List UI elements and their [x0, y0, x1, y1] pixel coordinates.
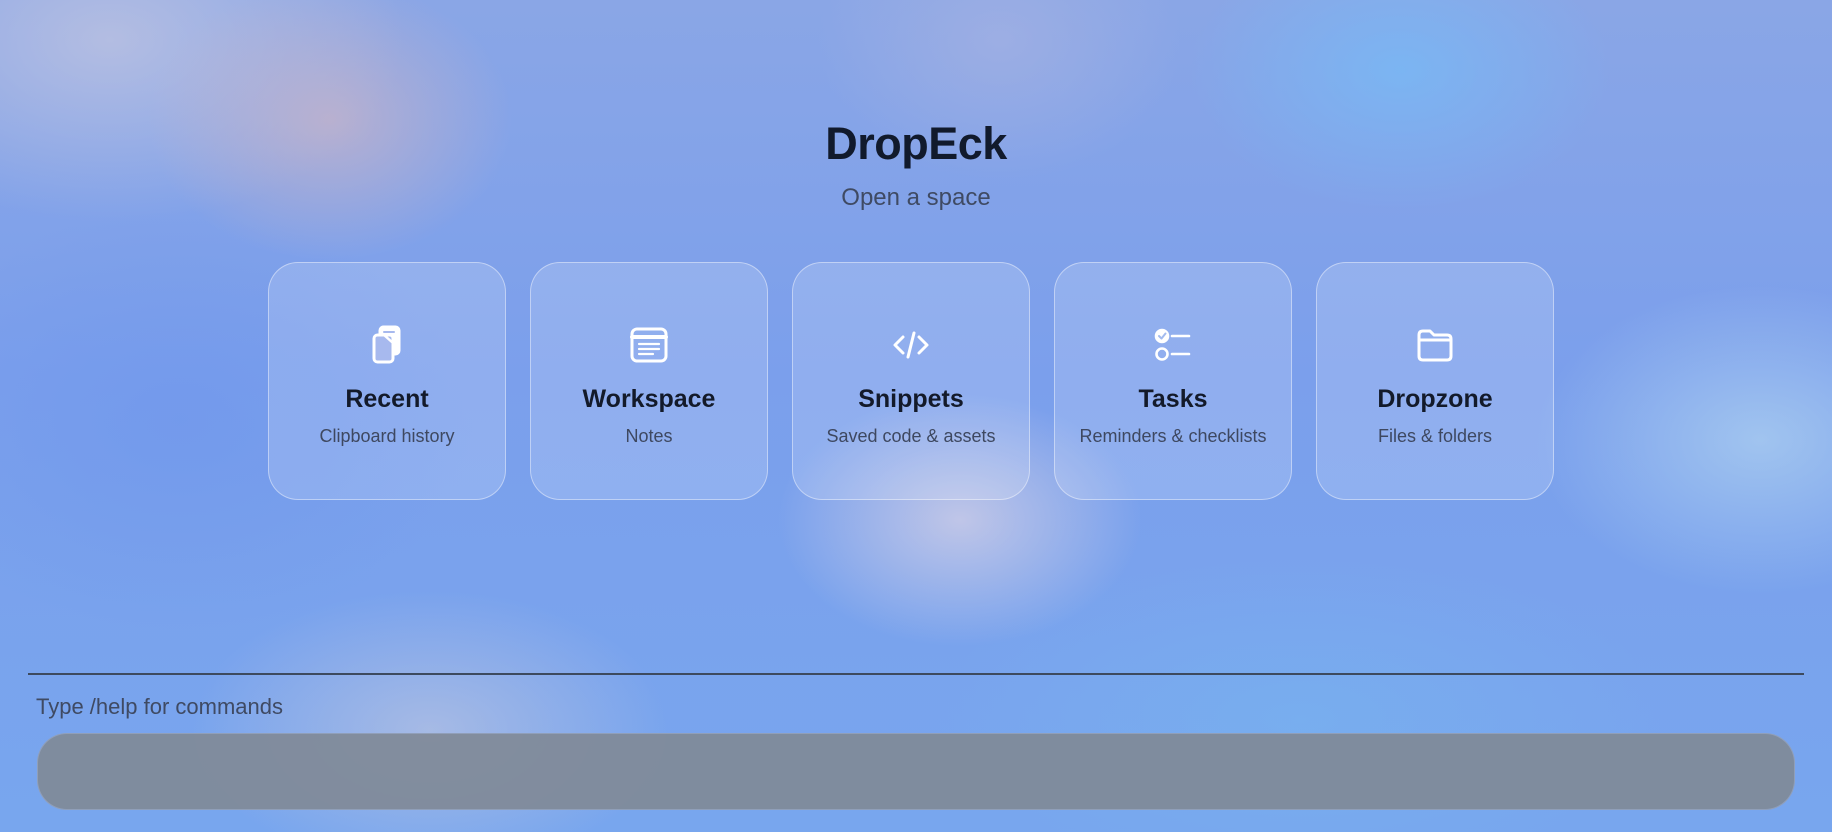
space-card-snippets[interactable]: Snippets Saved code & assets — [792, 262, 1030, 500]
space-card-subtitle: Files & folders — [1377, 426, 1493, 446]
space-card-title: Snippets — [858, 385, 964, 413]
space-card-subtitle: Reminders & checklists — [1079, 426, 1267, 446]
checklist-icon — [1151, 323, 1195, 367]
space-card-recent[interactable]: Recent Clipboard history — [268, 262, 506, 500]
space-card-subtitle: Notes — [625, 426, 673, 446]
clipboard-copy-icon — [365, 323, 409, 367]
note-icon — [627, 323, 671, 367]
space-card-subtitle: Clipboard history — [319, 426, 455, 446]
launcher-window: DropEck Open a space Recent Clipboard hi… — [0, 0, 1832, 832]
command-hint: Type /help for commands — [36, 694, 284, 719]
space-card-subtitle: Saved code & assets — [826, 426, 996, 446]
command-input[interactable] — [37, 733, 1795, 810]
folder-icon — [1413, 323, 1457, 367]
app-subtitle: Open a space — [841, 184, 991, 211]
space-card-dropzone[interactable]: Dropzone Files & folders — [1316, 262, 1554, 500]
divider — [28, 673, 1804, 675]
space-card-workspace[interactable]: Workspace Notes — [530, 262, 768, 500]
space-card-title: Dropzone — [1377, 385, 1493, 413]
code-icon — [889, 323, 933, 367]
space-card-title: Workspace — [582, 385, 716, 413]
space-card-tasks[interactable]: Tasks Reminders & checklists — [1054, 262, 1292, 500]
spaces-grid: Recent Clipboard history Workspace Notes — [268, 262, 1554, 500]
space-card-title: Recent — [345, 385, 429, 413]
space-card-title: Tasks — [1138, 385, 1208, 413]
app-title: DropEck — [825, 118, 1007, 169]
